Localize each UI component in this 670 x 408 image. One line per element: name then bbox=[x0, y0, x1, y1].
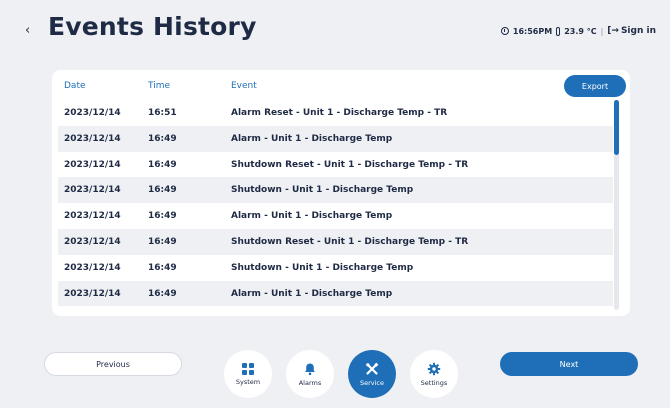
cell-time: 16:49 bbox=[148, 211, 177, 222]
page-title: Events History bbox=[48, 12, 257, 41]
cell-time: 16:49 bbox=[148, 185, 177, 196]
nav-system-label: System bbox=[235, 377, 261, 386]
scrollbar-thumb[interactable] bbox=[614, 100, 619, 155]
nav-service-button[interactable]: Service bbox=[348, 350, 396, 398]
nav-system-button[interactable]: System bbox=[224, 350, 272, 398]
bell-icon bbox=[305, 363, 315, 375]
tools-icon bbox=[366, 362, 379, 375]
clock-icon bbox=[500, 27, 509, 35]
sign-in-label: Sign in bbox=[620, 26, 656, 36]
cell-event: Shutdown Reset - Unit 1 - Discharge Temp… bbox=[231, 236, 469, 247]
cell-date: 2023/12/14 bbox=[64, 236, 121, 247]
status-bar: 16:56PM 23.9 °C | [→ Sign in bbox=[500, 24, 656, 38]
events-table-panel: Export Date Time Event 2023/12/14 16:51 … bbox=[52, 70, 630, 316]
table-row[interactable]: 2023/12/14 16:49 Shutdown Reset - Unit 1… bbox=[58, 228, 613, 255]
cell-event: Alarm - Unit 1 - Discharge Temp bbox=[231, 288, 393, 299]
cell-date: 2023/12/14 bbox=[64, 108, 121, 118]
next-button[interactable]: Next bbox=[500, 352, 638, 376]
temperature: 23.9 °C bbox=[564, 26, 597, 36]
gear-icon bbox=[427, 362, 441, 375]
cell-time: 16:49 bbox=[148, 262, 177, 273]
table-scrollbar[interactable] bbox=[614, 100, 619, 310]
cell-event: Shutdown - Unit 1 - Discharge Temp bbox=[231, 262, 414, 273]
table-body: 2023/12/14 16:51 Alarm Reset - Unit 1 - … bbox=[58, 100, 613, 307]
column-header-event: Event bbox=[231, 81, 257, 91]
table-row[interactable]: 2023/12/14 16:49 Shutdown Reset - Unit 1… bbox=[58, 152, 613, 178]
cell-date: 2023/12/14 bbox=[64, 185, 121, 196]
cell-time: 16:49 bbox=[148, 236, 177, 247]
current-time: 16:56PM bbox=[512, 26, 553, 36]
cell-event: Alarm - Unit 1 - Discharge Temp bbox=[231, 133, 393, 144]
cell-event: Shutdown - Unit 1 - Discharge Temp bbox=[231, 185, 414, 196]
table-header: Date Time Event bbox=[52, 78, 612, 96]
sign-in-icon: [→ bbox=[607, 26, 619, 36]
previous-button[interactable]: Previous bbox=[44, 352, 182, 376]
status-divider: | bbox=[600, 26, 604, 36]
sign-in-button[interactable]: [→ Sign in bbox=[607, 26, 656, 36]
grid-icon bbox=[242, 362, 254, 375]
nav-settings-button[interactable]: Settings bbox=[410, 350, 458, 398]
column-header-date: Date bbox=[64, 81, 86, 91]
table-row[interactable]: 2023/12/14 16:49 Alarm - Unit 1 - Discha… bbox=[58, 280, 613, 307]
cell-date: 2023/12/14 bbox=[64, 262, 121, 273]
table-row[interactable]: 2023/12/14 16:49 Shutdown - Unit 1 - Dis… bbox=[58, 177, 613, 204]
cell-time: 16:49 bbox=[148, 133, 177, 144]
cell-event: Alarm - Unit 1 - Discharge Temp bbox=[231, 211, 393, 222]
nav-alarms-button[interactable]: Alarms bbox=[286, 350, 334, 398]
column-header-time: Time bbox=[148, 81, 171, 91]
table-row[interactable]: 2023/12/14 16:49 Alarm - Unit 1 - Discha… bbox=[58, 125, 613, 152]
cell-time: 16:51 bbox=[148, 108, 177, 118]
header: ‹ Events History 16:56PM 23.9 °C | [→ Si… bbox=[0, 0, 670, 60]
cell-date: 2023/12/14 bbox=[64, 133, 121, 144]
cell-event: Shutdown Reset - Unit 1 - Discharge Temp… bbox=[231, 159, 469, 170]
chevron-left-icon[interactable]: ‹ bbox=[25, 22, 39, 40]
table-row[interactable]: 2023/12/14 16:51 Alarm Reset - Unit 1 - … bbox=[58, 100, 613, 126]
cell-date: 2023/12/14 bbox=[64, 288, 121, 299]
cell-time: 16:49 bbox=[148, 288, 177, 299]
nav-settings-label: Settings bbox=[420, 378, 448, 387]
cell-date: 2023/12/14 bbox=[64, 159, 121, 170]
thermometer-icon bbox=[556, 26, 561, 36]
nav-alarms-label: Alarms bbox=[298, 378, 322, 387]
cell-event: Alarm Reset - Unit 1 - Discharge Temp - … bbox=[231, 108, 448, 118]
table-row[interactable]: 2023/12/14 16:49 Alarm - Unit 1 - Discha… bbox=[58, 203, 613, 229]
table-row[interactable]: 2023/12/14 16:49 Shutdown - Unit 1 - Dis… bbox=[58, 255, 613, 281]
cell-time: 16:49 bbox=[148, 159, 177, 170]
cell-date: 2023/12/14 bbox=[64, 211, 121, 222]
nav-service-label: Service bbox=[359, 378, 385, 387]
